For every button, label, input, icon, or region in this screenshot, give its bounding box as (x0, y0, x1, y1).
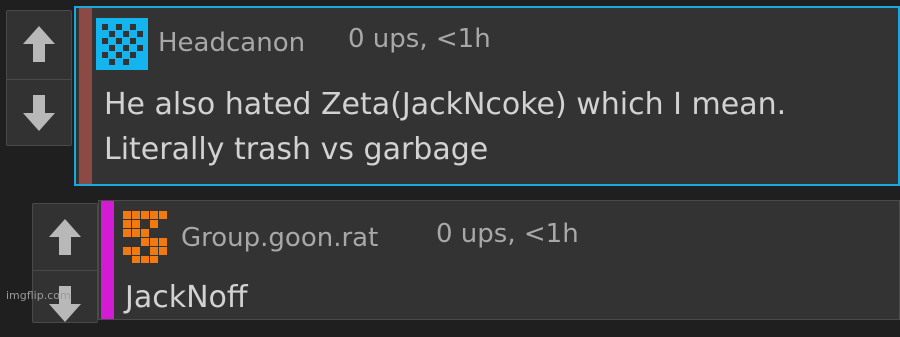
arrow-up-icon (23, 26, 55, 62)
comment-line-1: JackNoff (125, 280, 248, 315)
comment-meta: 0 ups, <1h (436, 219, 579, 249)
comment-line-1: He also hated Zeta(JackNcoke) which I me… (104, 87, 787, 122)
user-avatar-icon[interactable] (96, 18, 148, 70)
comment-username[interactable]: Group.goon.rat (181, 223, 378, 253)
arrow-down-icon (23, 95, 55, 131)
downvote-button-2[interactable] (33, 271, 97, 337)
vote-panel-1 (6, 10, 72, 146)
comment-line-2: Literally trash vs garbage (104, 132, 489, 167)
vote-panel-2 (32, 203, 98, 323)
user-avatar-icon[interactable] (123, 211, 167, 263)
upvote-button-1[interactable] (7, 11, 71, 77)
comment-1: Headcanon 0 ups, <1h He also hated Zeta(… (74, 6, 900, 186)
comment-meta: 0 ups, <1h (348, 24, 491, 54)
comment-stripe (101, 201, 114, 319)
comment-username[interactable]: Headcanon (158, 28, 305, 58)
arrow-up-icon (49, 219, 81, 255)
comment-2: Group.goon.rat 0 ups, <1h JackNoff (98, 200, 900, 320)
downvote-button-1[interactable] (7, 80, 71, 146)
comment-stripe (79, 8, 92, 184)
upvote-button-2[interactable] (33, 204, 97, 270)
watermark: imgflip.com (6, 289, 71, 302)
